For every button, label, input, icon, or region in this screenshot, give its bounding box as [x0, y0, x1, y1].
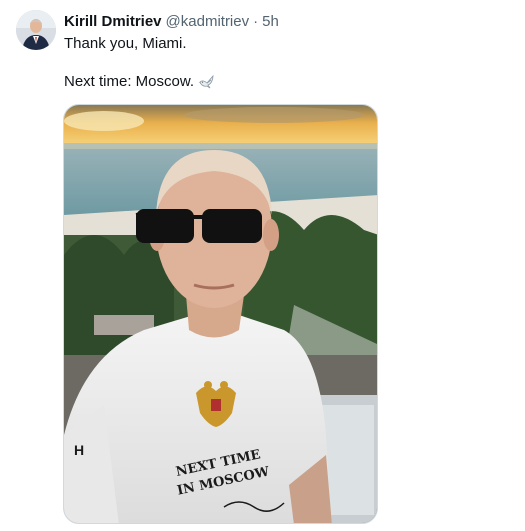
tweet-text-line-2: Next time: Moscow.: [64, 73, 195, 90]
author-handle[interactable]: @kadmitriev: [166, 12, 250, 32]
tweet-text-line-2-row: Next time: Moscow.: [64, 72, 216, 92]
avatar[interactable]: [16, 10, 56, 50]
dove-icon: [198, 73, 216, 91]
tweet-text-line-1: Thank you, Miami.: [64, 35, 187, 52]
sleeve-text: H: [74, 442, 84, 458]
avatar-image: [16, 10, 56, 50]
tweet[interactable]: Kirill Dmitriev @kadmitriev · 5h Thank y…: [0, 0, 525, 531]
separator-dot: ·: [253, 13, 259, 30]
selfie-photo: NEXT TIME IN MOSCOW H: [64, 105, 377, 523]
tweet-header: Kirill Dmitriev @kadmitriev · 5h: [64, 12, 279, 32]
author-display-name[interactable]: Kirill Dmitriev: [64, 12, 162, 32]
tweet-photo[interactable]: NEXT TIME IN MOSCOW H: [63, 104, 378, 524]
tweet-timestamp[interactable]: 5h: [262, 12, 279, 32]
